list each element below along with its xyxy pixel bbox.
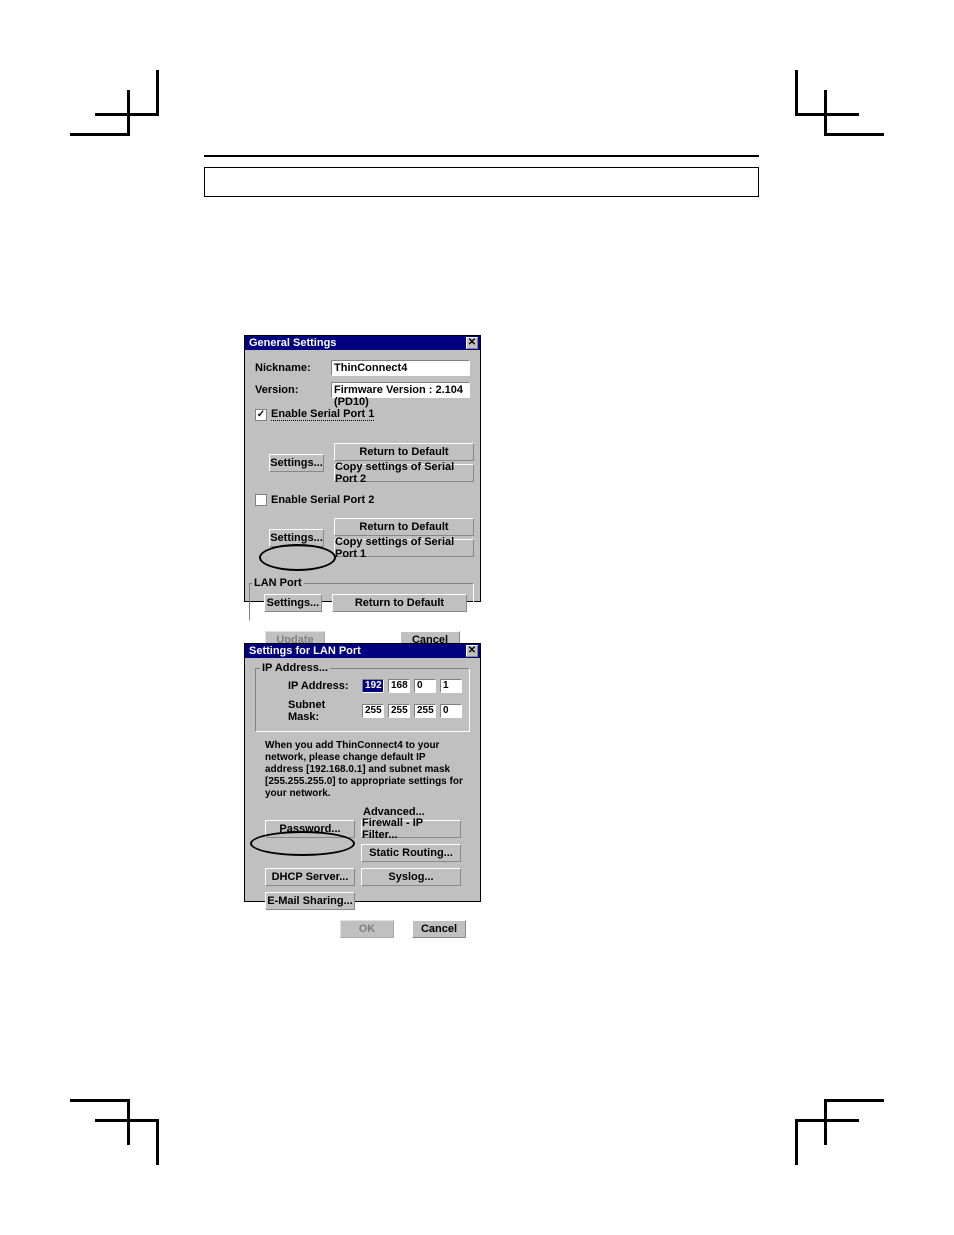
ip-octet-1[interactable]: 192 [362, 679, 384, 693]
nickname-input[interactable]: ThinConnect4 [331, 360, 470, 376]
cancel-button[interactable]: Cancel [412, 920, 466, 938]
mask-octet-2[interactable]: 255 [388, 704, 410, 718]
crop-mark [824, 90, 884, 136]
lan-port-legend: LAN Port [252, 577, 304, 589]
crop-mark [70, 90, 130, 136]
enable-port1-label: Enable Serial Port 1 [271, 408, 374, 421]
boxed-heading [204, 167, 759, 197]
mask-octet-1[interactable]: 255 [362, 704, 384, 718]
hint-text: When you add ThinConnect4 to your networ… [251, 732, 474, 804]
enable-port2-checkbox[interactable] [255, 494, 267, 506]
email-sharing-button[interactable]: E-Mail Sharing... [265, 892, 355, 910]
firewall-button[interactable]: Firewall - IP Filter... [361, 820, 461, 838]
static-routing-button[interactable]: Static Routing... [361, 844, 461, 862]
subnet-mask-label: Subnet Mask: [288, 699, 358, 723]
mask-octet-4[interactable]: 0 [440, 704, 462, 718]
enable-port2-label: Enable Serial Port 2 [271, 494, 374, 506]
ip-octet-2[interactable]: 168 [388, 679, 410, 693]
dialog-title: Settings for LAN Port [249, 645, 361, 657]
port1-return-default-button[interactable]: Return to Default [334, 443, 474, 461]
lan-settings-button[interactable]: Settings... [264, 594, 322, 612]
crop-mark [824, 1099, 884, 1145]
ip-address-legend: IP Address... [260, 662, 330, 674]
port1-copy-button[interactable]: Copy settings of Serial Port 2 [334, 464, 474, 482]
port2-copy-button[interactable]: Copy settings of Serial Port 1 [334, 539, 474, 557]
ip-address-label: IP Address: [288, 680, 358, 692]
lan-return-default-button[interactable]: Return to Default [332, 594, 467, 612]
page-header-area [204, 155, 759, 197]
close-icon[interactable]: ✕ [466, 337, 478, 349]
nickname-label: Nickname: [255, 362, 327, 374]
ok-button[interactable]: OK [340, 920, 394, 938]
horizontal-rule [204, 155, 759, 157]
dhcp-server-button[interactable]: DHCP Server... [265, 868, 355, 886]
dialog-title: General Settings [249, 337, 336, 349]
version-value: Firmware Version : 2.104 (PD10) [331, 382, 470, 398]
highlight-circle [250, 831, 355, 856]
lan-port-settings-dialog: Settings for LAN Port ✕ IP Address... IP… [244, 643, 481, 902]
ip-octet-4[interactable]: 1 [440, 679, 462, 693]
titlebar: General Settings ✕ [245, 336, 480, 350]
mask-octet-3[interactable]: 255 [414, 704, 436, 718]
highlight-circle [259, 544, 336, 571]
ip-octet-3[interactable]: 0 [414, 679, 436, 693]
titlebar: Settings for LAN Port ✕ [245, 644, 480, 658]
syslog-button[interactable]: Syslog... [361, 868, 461, 886]
close-icon[interactable]: ✕ [466, 645, 478, 657]
port1-settings-button[interactable]: Settings... [269, 454, 324, 472]
version-label: Version: [255, 384, 327, 396]
port2-return-default-button[interactable]: Return to Default [334, 518, 474, 536]
crop-mark [70, 1099, 130, 1145]
enable-port1-checkbox[interactable]: ✓ [255, 409, 267, 421]
